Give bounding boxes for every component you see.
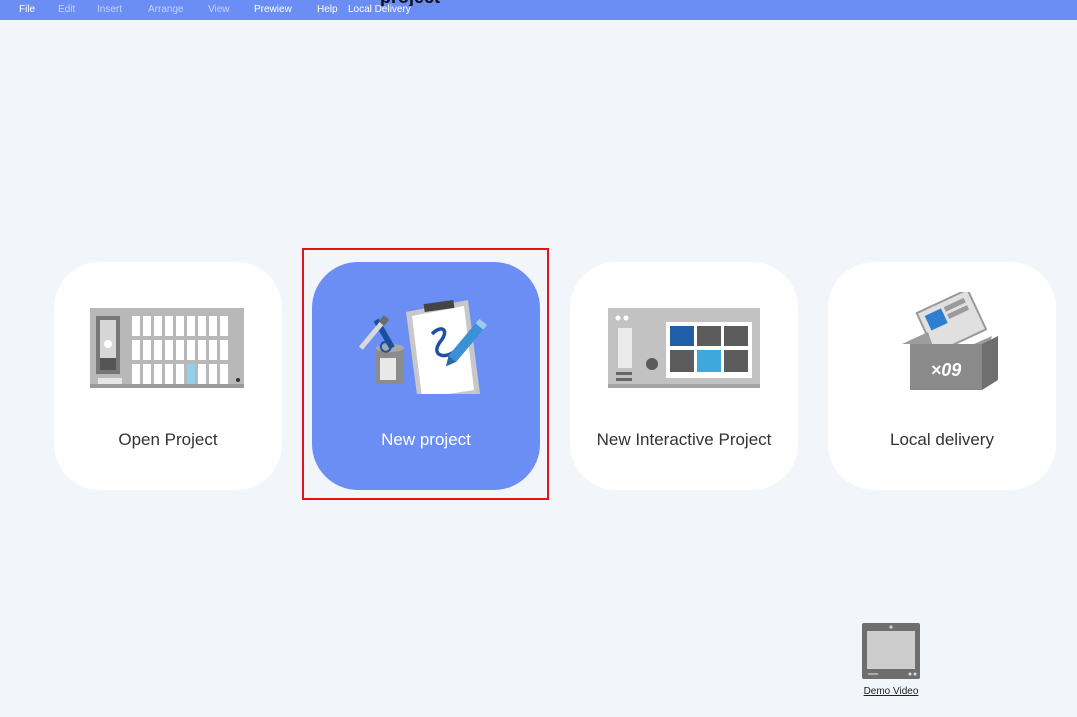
local-delivery-tile[interactable]: ×09 Local delivery [828,262,1056,490]
menu-help[interactable]: Help [317,0,338,20]
box-label: ×09 [931,360,962,380]
demo-video-link[interactable]: Demo Video [858,623,924,699]
tile-label: New project [381,430,471,449]
new-project-tile[interactable]: New project [312,262,540,490]
menu-arrange[interactable]: Arrange [148,0,184,20]
new-interactive-project-tile[interactable]: New Interactive Project [570,262,798,490]
menu-edit[interactable]: Edit [58,0,75,20]
interactive-project-icon [608,308,760,388]
new-project-icon [358,299,488,394]
tile-label: Open Project [118,430,218,449]
menu-prewiew[interactable]: Prewiew [254,0,292,20]
menu-file[interactable]: File [19,0,35,20]
monitor-icon [862,623,920,679]
window-title: project [380,0,520,6]
demo-video-label[interactable]: Demo Video [858,686,924,697]
tile-label: Local delivery [890,430,994,449]
open-project-tile[interactable]: Open Project [54,262,282,490]
open-project-icon [90,308,244,388]
menu-view[interactable]: View [208,0,230,20]
menu-insert[interactable]: Insert [97,0,122,20]
tile-label: New Interactive Project [596,430,772,449]
menu-bar: File Edit Insert Arrange View Prewiew He… [0,0,1077,20]
local-delivery-icon: ×09 [902,292,998,390]
